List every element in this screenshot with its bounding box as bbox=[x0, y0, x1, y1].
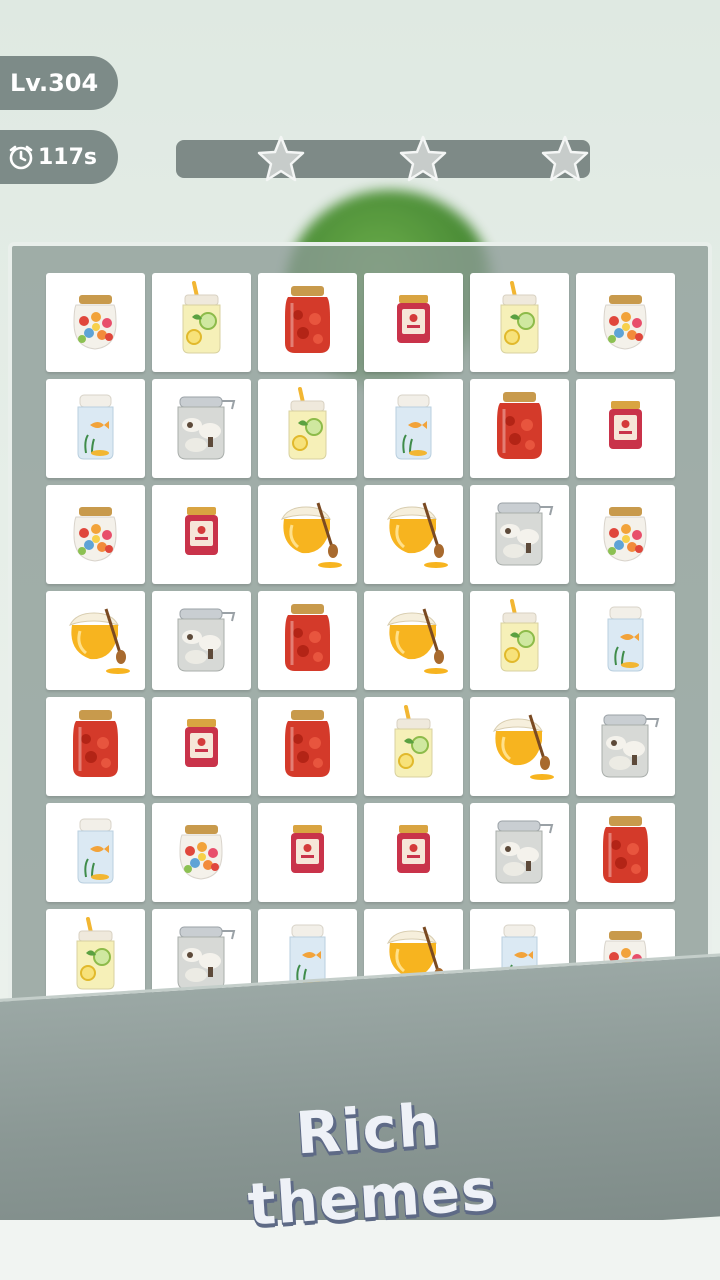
tile-board bbox=[8, 242, 712, 1036]
tile-lemonade-jar[interactable] bbox=[258, 379, 357, 478]
timer-badge: 117s bbox=[0, 130, 118, 184]
mushroom-jar-icon bbox=[177, 396, 236, 460]
tile-candy-jar[interactable] bbox=[46, 273, 145, 372]
star-icon bbox=[257, 135, 305, 182]
strawberry-jar-icon bbox=[73, 710, 118, 777]
star-progress-bar bbox=[176, 135, 590, 182]
lemonade-jar-icon bbox=[394, 705, 433, 778]
strawberry-jar-icon bbox=[285, 604, 330, 671]
fish-jar-icon bbox=[395, 394, 432, 460]
tile-fish-jar[interactable] bbox=[46, 379, 145, 478]
lemonade-jar-icon bbox=[288, 387, 327, 460]
jam-jar-icon bbox=[397, 825, 430, 873]
tile-honey-pot[interactable] bbox=[46, 591, 145, 690]
tile-strawberry-jar[interactable] bbox=[258, 591, 357, 690]
tile-jam-jar[interactable] bbox=[152, 485, 251, 584]
fish-jar-icon bbox=[77, 394, 114, 460]
mushroom-jar-icon bbox=[495, 502, 554, 566]
tile-honey-pot[interactable] bbox=[364, 591, 463, 690]
tile-mushroom-jar[interactable] bbox=[152, 379, 251, 478]
tile-honey-pot[interactable] bbox=[364, 485, 463, 584]
jam-jar-icon bbox=[185, 507, 218, 555]
tile-strawberry-jar[interactable] bbox=[258, 697, 357, 796]
tile-lemonade-jar[interactable] bbox=[364, 697, 463, 796]
tile-jam-jar[interactable] bbox=[364, 273, 463, 372]
lemonade-jar-icon bbox=[500, 281, 539, 354]
honey-pot-icon bbox=[68, 608, 130, 674]
mushroom-jar-icon bbox=[177, 608, 236, 672]
strawberry-jar-icon bbox=[285, 710, 330, 777]
lemonade-jar-icon bbox=[182, 281, 221, 354]
candy-jar-icon bbox=[73, 295, 117, 350]
star-icon bbox=[399, 135, 447, 182]
tile-honey-pot[interactable] bbox=[470, 697, 569, 796]
honey-pot-icon bbox=[280, 502, 342, 568]
tile-mushroom-jar[interactable] bbox=[470, 485, 569, 584]
tile-jam-jar[interactable] bbox=[258, 803, 357, 902]
tile-lemonade-jar[interactable] bbox=[470, 591, 569, 690]
tile-strawberry-jar[interactable] bbox=[46, 697, 145, 796]
tile-mushroom-jar[interactable] bbox=[576, 697, 675, 796]
candy-jar-icon bbox=[73, 507, 117, 562]
fish-jar-icon bbox=[77, 818, 114, 884]
strawberry-jar-icon bbox=[603, 816, 648, 883]
jam-jar-icon bbox=[609, 401, 642, 449]
candy-jar-icon bbox=[179, 825, 223, 880]
tile-fish-jar[interactable] bbox=[46, 803, 145, 902]
tile-lemonade-jar[interactable] bbox=[470, 273, 569, 372]
clock-icon bbox=[9, 145, 33, 170]
banner-headline: Rich themes bbox=[245, 1090, 499, 1239]
timer-label: 117s bbox=[38, 144, 98, 170]
mushroom-jar-icon bbox=[495, 820, 554, 884]
tile-candy-jar[interactable] bbox=[576, 485, 675, 584]
tile-jam-jar[interactable] bbox=[364, 803, 463, 902]
fish-jar-icon bbox=[607, 606, 644, 672]
strawberry-jar-icon bbox=[285, 286, 330, 353]
candy-jar-icon bbox=[603, 507, 647, 562]
mushroom-jar-icon bbox=[601, 714, 660, 778]
lemonade-jar-icon bbox=[500, 599, 539, 672]
tile-candy-jar[interactable] bbox=[152, 803, 251, 902]
tile-mushroom-jar[interactable] bbox=[152, 591, 251, 690]
tile-candy-jar[interactable] bbox=[576, 273, 675, 372]
tile-jam-jar[interactable] bbox=[152, 697, 251, 796]
tile-jam-jar[interactable] bbox=[576, 379, 675, 478]
tile-honey-pot[interactable] bbox=[258, 485, 357, 584]
candy-jar-icon bbox=[603, 295, 647, 350]
star-icon bbox=[541, 135, 589, 182]
jam-jar-icon bbox=[291, 825, 324, 873]
tile-fish-jar[interactable] bbox=[364, 379, 463, 478]
tile-candy-jar[interactable] bbox=[46, 485, 145, 584]
tile-strawberry-jar[interactable] bbox=[470, 379, 569, 478]
tile-strawberry-jar[interactable] bbox=[258, 273, 357, 372]
tile-lemonade-jar[interactable] bbox=[152, 273, 251, 372]
tile-strawberry-jar[interactable] bbox=[576, 803, 675, 902]
jam-jar-icon bbox=[185, 719, 218, 767]
tile-fish-jar[interactable] bbox=[576, 591, 675, 690]
strawberry-jar-icon bbox=[497, 392, 542, 459]
level-label: Lv.304 bbox=[10, 69, 99, 97]
honey-pot-icon bbox=[386, 608, 448, 674]
tile-mushroom-jar[interactable] bbox=[470, 803, 569, 902]
honey-pot-icon bbox=[492, 714, 554, 780]
jam-jar-icon bbox=[397, 295, 430, 343]
level-badge: Lv.304 bbox=[0, 56, 118, 110]
honey-pot-icon bbox=[386, 502, 448, 568]
